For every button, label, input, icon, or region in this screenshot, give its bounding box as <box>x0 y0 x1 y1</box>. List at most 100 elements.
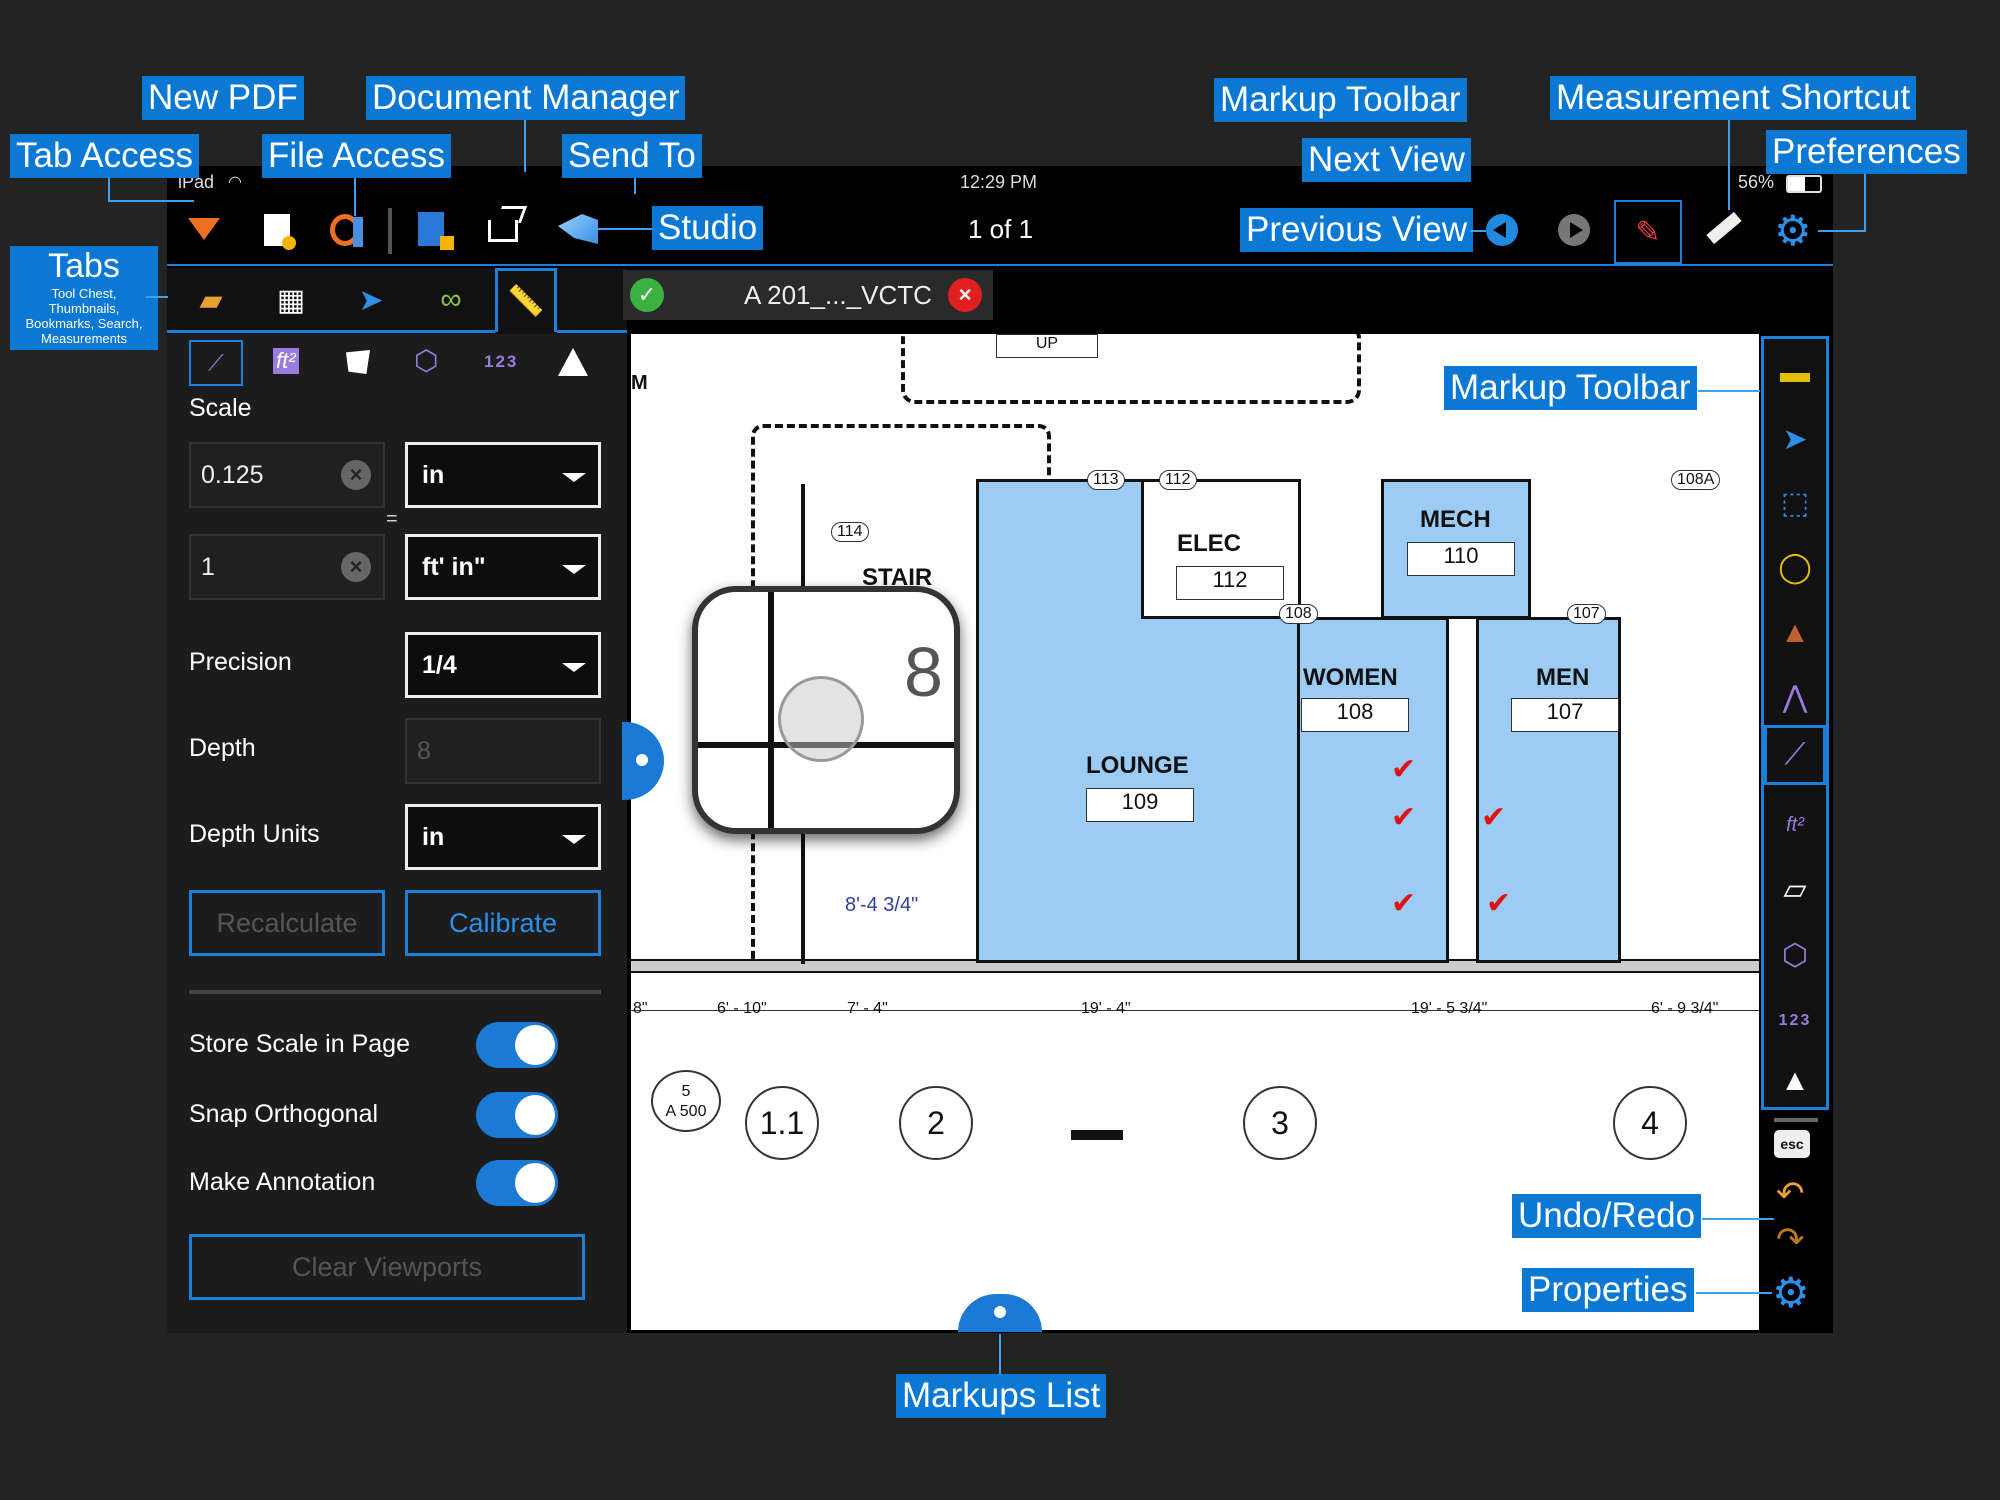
magnifier-loupe[interactable]: 8 <box>692 586 960 834</box>
length-tool-icon[interactable]: ⟋ <box>1764 725 1826 785</box>
check-mark-icon[interactable]: ✔ <box>1481 800 1506 835</box>
door-tag-108: 108 <box>1279 604 1318 624</box>
chevron-down-icon <box>562 565 586 574</box>
leader-line <box>108 178 110 200</box>
preferences-gear-icon[interactable]: ⚙ <box>1774 206 1812 255</box>
snap-orthogonal-toggle[interactable] <box>476 1092 558 1138</box>
leader-line <box>1818 230 1866 232</box>
esc-button[interactable]: esc <box>1774 1130 1810 1158</box>
perimeter-tool-icon[interactable]: ▱ <box>1764 859 1826 919</box>
close-icon[interactable]: × <box>948 278 982 312</box>
area-tool-icon[interactable]: ft² <box>1764 795 1826 855</box>
tab-bookmarks[interactable]: ➤ <box>337 268 405 332</box>
snap-orthogonal-label: Snap Orthogonal <box>189 1100 379 1128</box>
highlighter-icon[interactable]: ▬ <box>1764 343 1826 403</box>
room-lounge-number: 109 <box>1086 788 1194 822</box>
calibrate-button[interactable]: Calibrate <box>405 890 601 956</box>
panel-tabs: ▰ ▦ ➤ ∞ 📏 <box>167 268 627 334</box>
properties-gear-icon[interactable]: ⚙ <box>1772 1268 1810 1317</box>
callout-markup-toolbar-right: Markup Toolbar <box>1444 366 1697 410</box>
measurement-label[interactable]: 8'-4 3/4" <box>845 894 918 917</box>
precision-select[interactable]: 1/4 <box>405 632 601 698</box>
room-elec-number: 112 <box>1176 566 1284 600</box>
count-tool[interactable]: 123 <box>1764 991 1826 1051</box>
equals-sign: = <box>386 508 398 530</box>
clock: 12:29 PM <box>960 172 1038 192</box>
store-scale-toggle[interactable] <box>476 1022 558 1068</box>
angle-tool-icon[interactable] <box>558 348 588 376</box>
new-pdf-icon[interactable] <box>264 214 296 250</box>
precision-value: 1/4 <box>422 650 457 679</box>
scale-unit-1-select[interactable]: in <box>405 442 601 508</box>
markup-toolbar-toggle[interactable]: ✎ <box>1614 200 1682 264</box>
scale-value-2-input[interactable]: 1 × <box>189 534 385 600</box>
clear-icon[interactable]: × <box>341 552 371 582</box>
sheet-letter: M <box>631 372 648 394</box>
next-view-button[interactable] <box>1558 214 1590 246</box>
section-number: 5 <box>681 1083 691 1100</box>
previous-view-button[interactable] <box>1486 214 1518 246</box>
tab-measurements[interactable]: 📏 <box>495 268 557 332</box>
lasso-icon[interactable]: ◯ <box>1764 537 1826 597</box>
clear-viewports-button[interactable]: Clear Viewports <box>189 1234 585 1300</box>
door-tag-108a: 108A <box>1671 470 1721 490</box>
depth-units-select[interactable]: in <box>405 804 601 870</box>
undo-icon[interactable]: ↶ <box>1776 1174 1805 1214</box>
make-annotation-label: Make Annotation <box>189 1168 376 1196</box>
compass-icon[interactable]: ⋀ <box>1764 667 1826 727</box>
stamp-icon[interactable]: ▲ <box>1764 603 1826 663</box>
add-markup-icon[interactable]: ➤ <box>1764 409 1826 469</box>
volume-tool-icon[interactable]: ⬡ <box>414 344 438 377</box>
tab-search[interactable]: ∞ <box>417 268 485 332</box>
check-mark-icon[interactable]: ✔ <box>1486 886 1511 921</box>
tab-access-icon[interactable] <box>188 218 220 240</box>
file-access-icon[interactable] <box>330 214 363 247</box>
callout-markup-toolbar-top: Markup Toolbar <box>1214 78 1467 122</box>
scale-unit-2-select[interactable]: ft' in" <box>405 534 601 600</box>
area-tool-icon[interactable]: ft² <box>273 348 299 374</box>
make-annotation-toggle[interactable] <box>476 1160 558 1206</box>
check-mark-icon[interactable]: ✔ <box>1391 886 1416 921</box>
tab-tool-chest[interactable]: ▰ <box>177 268 245 332</box>
callout-send-to: Send To <box>562 134 702 178</box>
tab-underline-left <box>167 330 495 333</box>
grid-bubble: 4 <box>1613 1086 1687 1160</box>
dimension: 19' - 4" <box>1081 1000 1131 1017</box>
room-men-name: MEN <box>1536 664 1590 691</box>
chevron-down-icon <box>562 835 586 844</box>
tab-thumbnails[interactable]: ▦ <box>257 268 325 332</box>
clear-icon[interactable]: × <box>341 460 371 490</box>
redo-icon[interactable]: ↷ <box>1776 1220 1805 1260</box>
depth-units-value: in <box>422 822 445 851</box>
room-women-name: WOMEN <box>1303 664 1398 691</box>
depth-input[interactable]: 8 <box>405 718 601 784</box>
send-to-icon[interactable] <box>488 206 528 242</box>
dimension: 19' - 5 3/4" <box>1411 1000 1488 1017</box>
document-manager-icon[interactable] <box>418 212 454 250</box>
bookmark-icon: ➤ <box>358 283 384 317</box>
angle-tool-icon[interactable]: ▲ <box>1764 1051 1826 1111</box>
recalculate-button[interactable]: Recalculate <box>189 890 385 956</box>
count-tool[interactable]: 123 <box>484 352 518 372</box>
volume-tool-icon[interactable]: ⬡ <box>1764 925 1826 985</box>
scale-value-1-input[interactable]: 0.125 × <box>189 442 385 508</box>
chevron-down-icon <box>562 663 586 672</box>
length-measure-icon: ⟋ <box>208 350 224 375</box>
callout-measurement-shortcut: Measurement Shortcut <box>1550 76 1917 120</box>
room-women-number: 108 <box>1301 698 1409 732</box>
callout-preferences: Preferences <box>1766 130 1967 174</box>
precision-label: Precision <box>189 648 292 676</box>
length-tool-button[interactable]: ⟋ <box>189 340 243 386</box>
leader-line <box>108 200 194 202</box>
check-mark-icon[interactable]: ✔ <box>1391 752 1416 787</box>
tool-chest-icon: ▰ <box>199 283 223 317</box>
document-tab-title: A 201_..._VCTC <box>744 280 932 310</box>
perimeter-tool-icon[interactable] <box>346 350 370 374</box>
door-tag-114: 114 <box>831 522 869 542</box>
markup-toolbar: ▬ ➤ ⬚ ◯ ▲ ⋀ ⟋ ft² ▱ ⬡ 123 ▲ <box>1761 336 1829 1110</box>
check-mark-icon[interactable]: ✔ <box>1391 800 1416 835</box>
depth-label: Depth <box>189 734 256 762</box>
checkmark-icon[interactable]: ✓ <box>630 278 664 312</box>
select-icon[interactable]: ⬚ <box>1764 473 1826 533</box>
callout-tabs-title: Tabs <box>48 247 120 285</box>
